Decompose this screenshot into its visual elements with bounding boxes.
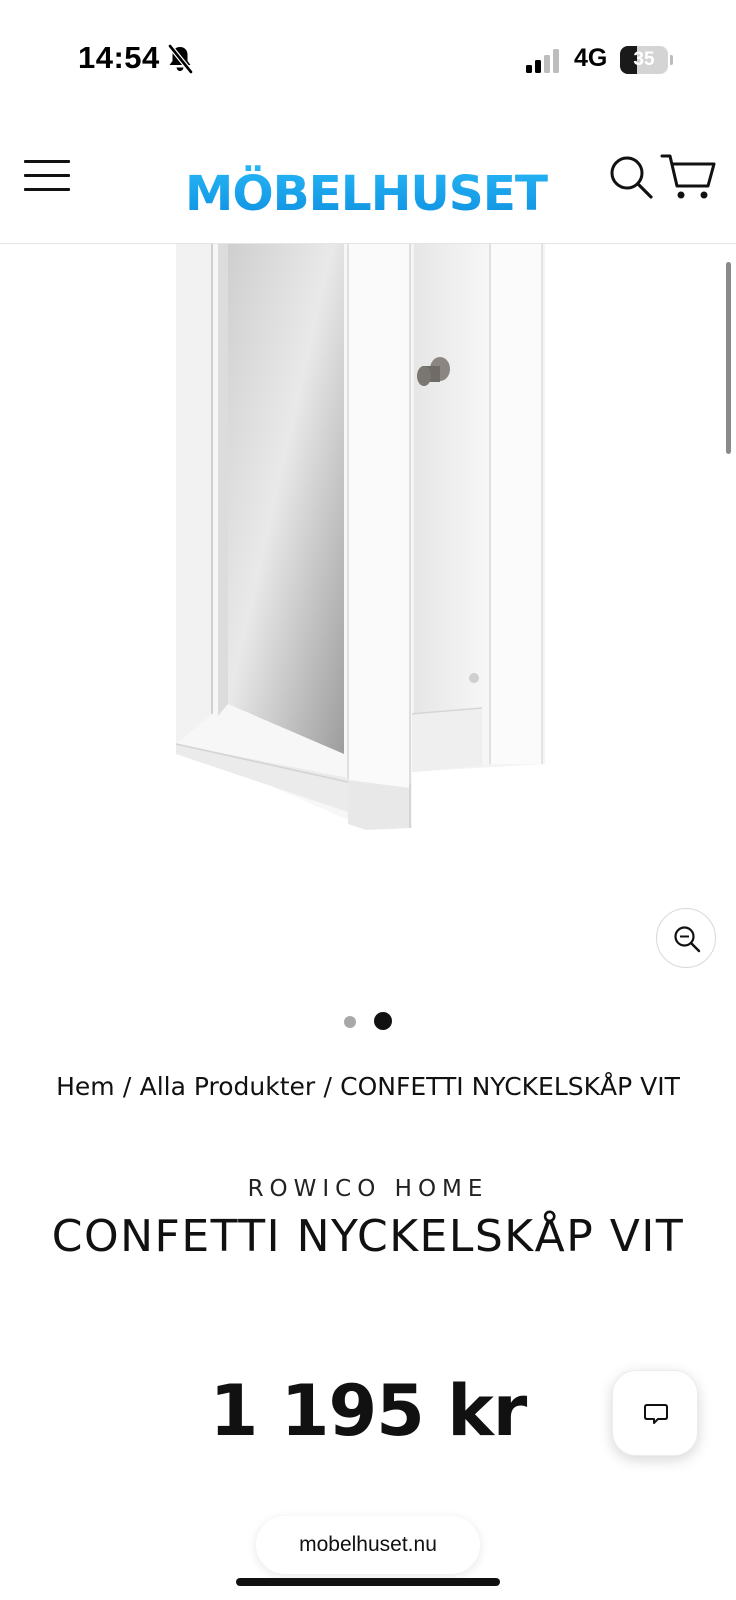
breadcrumb-home[interactable]: Hem	[56, 1072, 115, 1101]
gallery-dot-active[interactable]	[374, 1012, 392, 1030]
cellular-signal-icon	[526, 49, 559, 73]
zoom-icon	[674, 926, 701, 953]
zoom-button[interactable]	[656, 908, 716, 968]
logo-text: MÖBELHUSET	[185, 165, 548, 222]
status-bar: 14:54 4G 35	[0, 0, 736, 110]
hamburger-menu-icon[interactable]	[24, 156, 74, 196]
breadcrumb: Hem / Alla Produkter / CONFETTI NYCKELSK…	[40, 1068, 696, 1106]
battery-icon: 35	[620, 46, 673, 74]
chat-bubble-icon	[644, 1404, 668, 1424]
breadcrumb-separator: /	[323, 1072, 332, 1101]
breadcrumb-all-products[interactable]: Alla Produkter	[140, 1072, 316, 1101]
search-icon[interactable]	[608, 154, 654, 200]
product-gallery[interactable]	[0, 244, 736, 1004]
chat-button[interactable]	[612, 1370, 698, 1456]
browser-url-bar[interactable]: mobelhuset.nu	[256, 1516, 480, 1574]
key-cabinet-mirror-open-door-image	[175, 244, 545, 830]
bell-slash-icon	[168, 44, 193, 74]
battery-level: 35	[633, 49, 655, 70]
site-logo[interactable]: MÖBELHUSET	[180, 146, 552, 222]
status-time: 14:54	[78, 40, 160, 75]
network-type: 4G	[574, 44, 608, 72]
breadcrumb-current: CONFETTI NYCKELSKÅP VIT	[340, 1072, 680, 1101]
gallery-pagination	[0, 1010, 736, 1034]
breadcrumb-separator: /	[122, 1072, 132, 1101]
product-vendor[interactable]: ROWICO HOME	[0, 1176, 736, 1202]
product-title: CONFETTI NYCKELSKÅP VIT	[51, 1211, 685, 1262]
site-header: MÖBELHUSET	[0, 110, 736, 244]
scroll-indicator[interactable]	[726, 262, 731, 454]
home-indicator[interactable]	[236, 1578, 500, 1586]
gallery-dot[interactable]	[344, 1016, 356, 1028]
cart-icon[interactable]	[660, 152, 716, 202]
